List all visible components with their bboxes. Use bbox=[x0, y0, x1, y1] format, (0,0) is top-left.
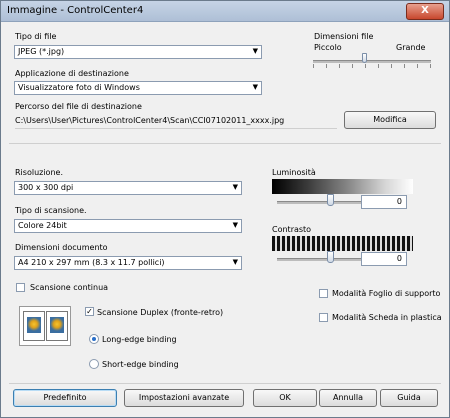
title-bar: Immagine - ControlCenter4 X bbox=[1, 1, 449, 22]
footer-divider bbox=[9, 383, 441, 384]
chevron-down-icon: ▼ bbox=[252, 47, 258, 55]
continuous-scan-label: Scansione continua bbox=[30, 283, 109, 292]
chevron-down-icon: ▼ bbox=[232, 183, 238, 191]
target-app-select[interactable]: Visualizzatore foto di Windows ▼ bbox=[14, 81, 262, 95]
dialog-window: Immagine - ControlCenter4 X Tipo di file… bbox=[0, 0, 450, 418]
resolution-label: Risoluzione. bbox=[15, 168, 63, 177]
carrier-sheet-checkbox[interactable] bbox=[319, 289, 328, 298]
target-app-label: Applicazione di destinazione bbox=[15, 69, 129, 78]
scan-type-value: Colore 24bit bbox=[18, 221, 67, 230]
continuous-scan-checkbox[interactable] bbox=[16, 283, 25, 292]
brightness-value-field[interactable]: 0 bbox=[361, 195, 407, 209]
file-size-small-label: Piccolo bbox=[314, 43, 342, 52]
carrier-sheet-label: Modalità Foglio di supporto bbox=[332, 289, 441, 298]
chevron-down-icon: ▼ bbox=[232, 221, 238, 229]
file-size-label: Dimensioni file bbox=[314, 32, 374, 41]
ok-button[interactable]: OK bbox=[253, 389, 317, 407]
duplex-scan-icon bbox=[19, 306, 71, 346]
contrast-slider-thumb[interactable] bbox=[327, 251, 334, 263]
scan-type-select[interactable]: Colore 24bit ▼ bbox=[14, 219, 242, 233]
modify-button[interactable]: Modifica bbox=[344, 111, 436, 129]
doc-size-label: Dimensioni documento bbox=[15, 243, 108, 252]
close-button[interactable]: X bbox=[406, 3, 444, 20]
duplex-checkbox[interactable]: ✓ bbox=[85, 307, 94, 316]
resolution-value: 300 x 300 dpi bbox=[18, 183, 74, 192]
long-edge-radio[interactable] bbox=[89, 334, 99, 344]
dest-path-value: C:\Users\User\Pictures\ControlCenter4\Sc… bbox=[15, 116, 285, 125]
resolution-select[interactable]: 300 x 300 dpi ▼ bbox=[14, 181, 242, 195]
brightness-gradient bbox=[272, 179, 413, 194]
file-type-value: JPEG (*.jpg) bbox=[18, 47, 65, 56]
brightness-slider-thumb[interactable] bbox=[327, 194, 334, 206]
brightness-label: Luminosità bbox=[272, 168, 316, 177]
advanced-settings-button[interactable]: Impostazioni avanzate bbox=[124, 389, 244, 407]
section-divider bbox=[9, 143, 441, 144]
file-type-select[interactable]: JPEG (*.jpg) ▼ bbox=[14, 45, 262, 59]
file-size-large-label: Grande bbox=[396, 43, 426, 52]
default-button[interactable]: Predefinito bbox=[13, 389, 117, 407]
plastic-card-label: Modalità Scheda in plastica bbox=[332, 313, 442, 322]
window-title: Immagine - ControlCenter4 bbox=[7, 5, 144, 16]
contrast-gradient bbox=[272, 236, 413, 251]
cancel-button[interactable]: Annulla bbox=[319, 389, 377, 407]
doc-size-select[interactable]: A4 210 x 297 mm (8.3 x 11.7 pollici) ▼ bbox=[14, 256, 242, 270]
chevron-down-icon: ▼ bbox=[232, 258, 238, 266]
long-edge-label: Long-edge binding bbox=[102, 335, 177, 344]
file-size-ticks bbox=[313, 64, 431, 68]
doc-size-value: A4 210 x 297 mm (8.3 x 11.7 pollici) bbox=[18, 258, 165, 267]
file-size-slider-thumb[interactable] bbox=[362, 53, 367, 63]
short-edge-radio[interactable] bbox=[89, 359, 99, 369]
duplex-label: Scansione Duplex (fronte-retro) bbox=[97, 308, 224, 317]
chevron-down-icon: ▼ bbox=[252, 83, 258, 91]
file-size-slider-track[interactable] bbox=[313, 60, 431, 63]
target-app-value: Visualizzatore foto di Windows bbox=[18, 83, 140, 92]
scan-type-label: Tipo di scansione. bbox=[15, 206, 87, 215]
contrast-label: Contrasto bbox=[272, 225, 312, 234]
plastic-card-checkbox[interactable] bbox=[319, 313, 328, 322]
contrast-value-field[interactable]: 0 bbox=[361, 252, 407, 266]
short-edge-label: Short-edge binding bbox=[102, 360, 179, 369]
file-type-label: Tipo di file bbox=[15, 32, 57, 41]
dest-path-label: Percorso del file di destinazione bbox=[15, 102, 142, 111]
path-underline bbox=[15, 128, 337, 129]
help-button[interactable]: Guida bbox=[380, 389, 438, 407]
